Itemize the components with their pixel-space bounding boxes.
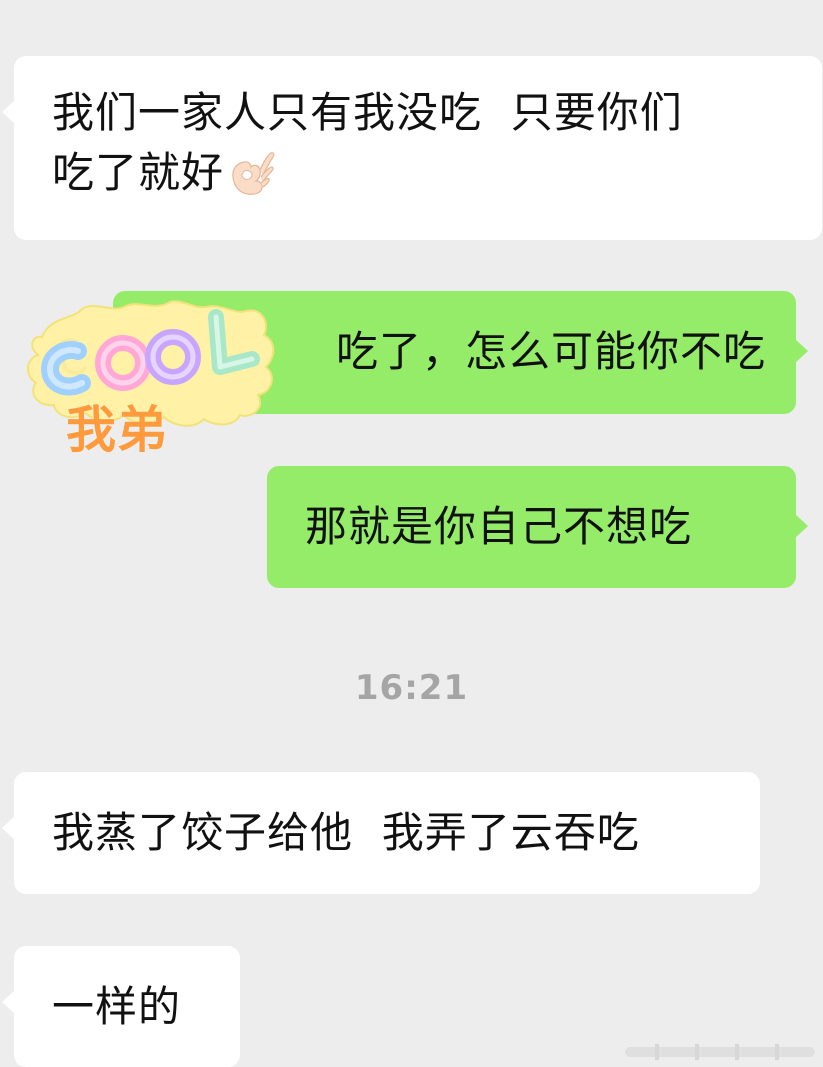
incoming-message-bubble[interactable]: 一样的 [2, 946, 240, 1067]
message-text: 我们一家人只有我没吃 只要你们 吃了就好 [52, 88, 683, 197]
incoming-message-bubble[interactable]: 我蒸了饺子给他 我弄了云吞吃 [2, 772, 760, 894]
incoming-message-bubble[interactable]: 我们一家人只有我没吃 只要你们 吃了就好 [2, 56, 822, 240]
ok-hand-emoji [232, 152, 275, 195]
message-text: 那就是你自己不想吃 [305, 502, 693, 551]
sticker-caption: 我弟 [66, 401, 168, 459]
message-text: 吃了，怎么可能你不吃 [335, 327, 766, 376]
chat-view: 我们一家人只有我没吃 只要你们 吃了就好 吃了，怎么可能你不吃 那就是你自己不想… [0, 0, 823, 1067]
message-timestamp: 16:21 [354, 668, 469, 708]
outgoing-message-bubble[interactable]: 那就是你自己不想吃 [267, 466, 808, 588]
message-text: 我蒸了饺子给他 我弄了云吞吃 [52, 808, 640, 857]
watermark-graphic [625, 1044, 815, 1060]
message-text: 一样的 [52, 982, 182, 1031]
